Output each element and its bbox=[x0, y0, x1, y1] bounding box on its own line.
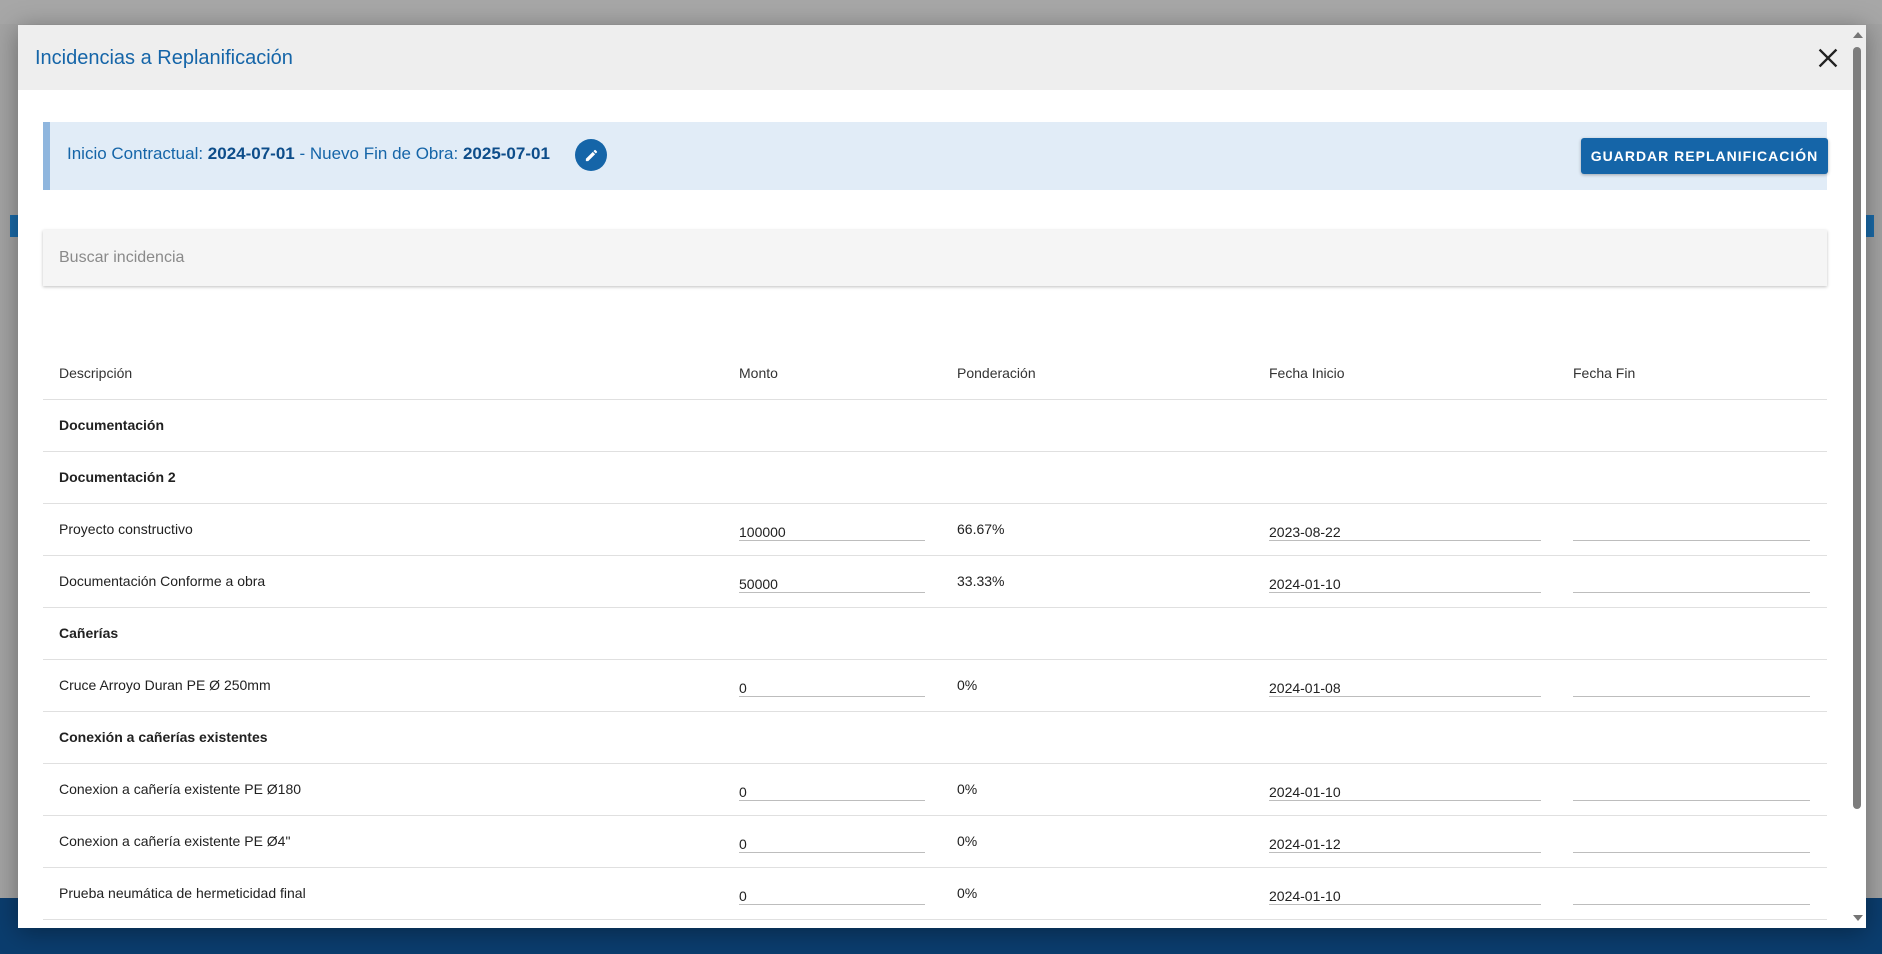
column-header: Descripción bbox=[43, 347, 723, 400]
scrollbar-thumb[interactable] bbox=[1853, 47, 1861, 809]
monto-input[interactable] bbox=[739, 777, 925, 801]
column-header: Ponderación bbox=[941, 347, 1253, 400]
row-description: Conexion a cañería existente PE Ø4" bbox=[43, 815, 723, 868]
fecha-inicio-input[interactable] bbox=[1269, 881, 1541, 905]
edit-pencil-icon bbox=[585, 149, 597, 161]
fecha-fin-input[interactable] bbox=[1573, 829, 1810, 853]
monto-input[interactable] bbox=[739, 881, 925, 905]
row-ponderacion: 33.33% bbox=[941, 555, 1253, 608]
group-label: Documentación 2 bbox=[43, 451, 1827, 504]
background-accent bbox=[10, 215, 18, 237]
contract-dates-text: Inicio Contractual: 2024-07-01 - Nuevo F… bbox=[67, 144, 550, 164]
dialog-title: Incidencias a Replanificación bbox=[35, 47, 293, 69]
table-row: Proyecto constructivo 66.67% bbox=[43, 503, 1827, 556]
fecha-inicio-input[interactable] bbox=[1269, 673, 1541, 697]
fecha-fin-input[interactable] bbox=[1573, 777, 1810, 801]
background-topbar bbox=[0, 0, 1882, 24]
table-row: Documentación Conforme a obra 33.33% bbox=[43, 555, 1827, 608]
search-input[interactable] bbox=[59, 230, 1799, 286]
table-group-row: Cañerías bbox=[43, 607, 1827, 660]
fecha-fin-input[interactable] bbox=[1573, 517, 1810, 541]
fecha-inicio-input[interactable] bbox=[1269, 569, 1541, 593]
table-row: Cruce Arroyo Duran PE Ø 250mm 0% bbox=[43, 659, 1827, 712]
table-group-row: Conexión a cañerías existentes bbox=[43, 711, 1827, 764]
row-description: Conexion a cañería existente PE Ø180 bbox=[43, 763, 723, 816]
fecha-fin-input[interactable] bbox=[1573, 569, 1810, 593]
inicio-value: 2024-07-01 bbox=[207, 144, 295, 163]
row-ponderacion: 66.67% bbox=[941, 503, 1253, 556]
row-ponderacion: 0% bbox=[941, 867, 1253, 920]
save-replanning-button[interactable]: GUARDAR REPLANIFICACIÓN bbox=[1581, 138, 1828, 174]
dialog-header: Incidencias a Replanificación bbox=[18, 25, 1866, 90]
replanning-dialog: Incidencias a Replanificación Inicio Con… bbox=[18, 25, 1866, 928]
group-label: Documentación bbox=[43, 399, 1827, 452]
fin-label: Nuevo Fin de Obra: bbox=[309, 144, 463, 163]
scroll-up-icon[interactable] bbox=[1853, 32, 1863, 38]
incidents-table: Descripción Monto Ponderación Fecha Inic… bbox=[43, 347, 1827, 920]
monto-input[interactable] bbox=[739, 829, 925, 853]
table-group-row: Documentación bbox=[43, 399, 1827, 452]
fecha-fin-input[interactable] bbox=[1573, 673, 1810, 697]
row-description: Cruce Arroyo Duran PE Ø 250mm bbox=[43, 659, 723, 712]
table-group-row: Documentación 2 bbox=[43, 451, 1827, 504]
close-icon bbox=[1818, 48, 1838, 68]
scroll-down-icon[interactable] bbox=[1853, 915, 1863, 921]
monto-input[interactable] bbox=[739, 517, 925, 541]
column-header: Fecha Fin bbox=[1557, 347, 1827, 400]
fecha-inicio-input[interactable] bbox=[1269, 517, 1541, 541]
close-button[interactable] bbox=[1815, 45, 1841, 71]
search-box bbox=[43, 230, 1827, 286]
fin-value: 2025-07-01 bbox=[462, 144, 550, 163]
contract-dates-banner: Inicio Contractual: 2024-07-01 - Nuevo F… bbox=[43, 122, 1828, 190]
group-label: Conexión a cañerías existentes bbox=[43, 711, 1827, 764]
monto-input[interactable] bbox=[739, 673, 925, 697]
row-ponderacion: 0% bbox=[941, 815, 1253, 868]
fecha-fin-input[interactable] bbox=[1573, 881, 1810, 905]
row-description: Documentación Conforme a obra bbox=[43, 555, 723, 608]
table-row: Prueba neumática de hermeticidad final 0… bbox=[43, 867, 1827, 920]
row-ponderacion: 0% bbox=[941, 659, 1253, 712]
fecha-inicio-input[interactable] bbox=[1269, 777, 1541, 801]
inicio-label: Inicio Contractual: bbox=[67, 144, 208, 163]
row-ponderacion: 0% bbox=[941, 763, 1253, 816]
dates-separator: - bbox=[294, 144, 310, 163]
column-header: Fecha Inicio bbox=[1253, 347, 1557, 400]
row-description: Proyecto constructivo bbox=[43, 503, 723, 556]
row-description: Prueba neumática de hermeticidad final bbox=[43, 867, 723, 920]
dialog-scrollbar[interactable] bbox=[1849, 25, 1866, 928]
edit-dates-button[interactable] bbox=[575, 139, 607, 171]
table-row: Conexion a cañería existente PE Ø180 0% bbox=[43, 763, 1827, 816]
table-header-row: Descripción Monto Ponderación Fecha Inic… bbox=[43, 347, 1827, 400]
background-accent bbox=[1866, 215, 1874, 237]
group-label: Cañerías bbox=[43, 607, 1827, 660]
column-header: Monto bbox=[723, 347, 941, 400]
fecha-inicio-input[interactable] bbox=[1269, 829, 1541, 853]
table-row: Conexion a cañería existente PE Ø4" 0% bbox=[43, 815, 1827, 868]
monto-input[interactable] bbox=[739, 569, 925, 593]
